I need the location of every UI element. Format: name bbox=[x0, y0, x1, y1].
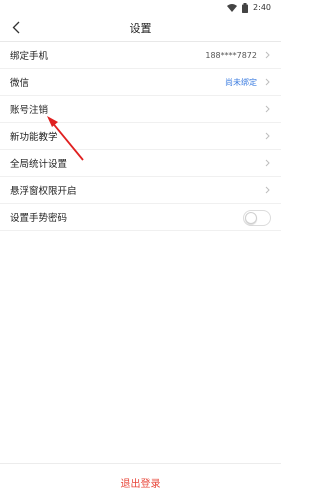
phone-number-value: 188****7872 bbox=[205, 50, 257, 60]
settings-item-label: 绑定手机 bbox=[10, 51, 49, 62]
settings-item-bind-phone[interactable]: 绑定手机 188****7872 bbox=[0, 42, 281, 69]
chevron-right-icon bbox=[265, 51, 271, 60]
wechat-bind-status: 尚未绑定 bbox=[225, 77, 257, 87]
gesture-password-toggle[interactable] bbox=[243, 210, 271, 226]
chevron-right-icon bbox=[265, 159, 271, 168]
settings-list: 绑定手机 188****7872 微信 尚未绑定 账号注销 新功能教学 全局统计… bbox=[0, 42, 281, 231]
settings-item-label: 全局统计设置 bbox=[10, 159, 68, 170]
settings-item-floating-window[interactable]: 悬浮窗权限开启 bbox=[0, 177, 281, 204]
settings-item-feature-tutorial[interactable]: 新功能教学 bbox=[0, 123, 281, 150]
chevron-right-icon bbox=[265, 105, 271, 114]
status-bar: 2:40 bbox=[0, 0, 281, 14]
settings-item-delete-account[interactable]: 账号注销 bbox=[0, 96, 281, 123]
logout-button[interactable]: 退出登录 bbox=[0, 464, 281, 500]
settings-item-label: 微信 bbox=[10, 78, 30, 89]
chevron-right-icon bbox=[265, 186, 271, 195]
chevron-right-icon bbox=[265, 78, 271, 87]
settings-item-wechat[interactable]: 微信 尚未绑定 bbox=[0, 69, 281, 96]
wifi-icon bbox=[227, 3, 238, 12]
battery-icon bbox=[242, 2, 249, 13]
settings-item-global-stats[interactable]: 全局统计设置 bbox=[0, 150, 281, 177]
settings-item-label: 设置手势密码 bbox=[10, 213, 68, 224]
settings-item-label: 悬浮窗权限开启 bbox=[10, 186, 77, 197]
chevron-right-icon bbox=[265, 132, 271, 141]
nav-bar: 设置 bbox=[0, 14, 281, 41]
status-time: 2:40 bbox=[253, 3, 271, 12]
settings-item-label: 账号注销 bbox=[10, 105, 49, 116]
page-title: 设置 bbox=[129, 22, 152, 35]
settings-item-label: 新功能教学 bbox=[10, 132, 58, 143]
toggle-knob bbox=[245, 212, 257, 224]
settings-item-gesture-password: 设置手势密码 bbox=[0, 204, 281, 231]
